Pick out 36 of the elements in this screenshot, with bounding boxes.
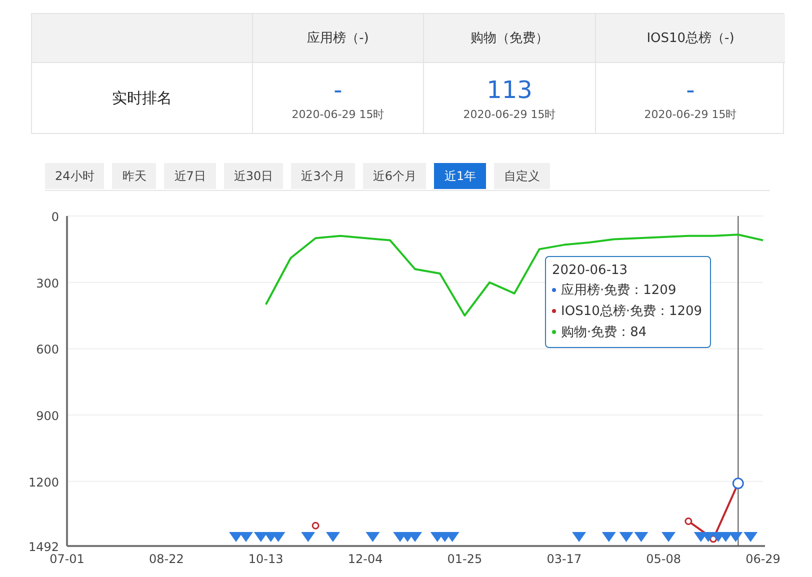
- y-tick-label: 0: [51, 210, 59, 224]
- update-time: 2020-06-29 15时: [644, 106, 737, 122]
- range-tab[interactable]: 近3个月: [291, 163, 355, 189]
- x-tick-label: 10-13: [248, 552, 284, 566]
- range-tab[interactable]: 近6个月: [362, 163, 426, 189]
- x-tick-label: 03-17: [546, 552, 582, 566]
- range-tab[interactable]: 24小时: [45, 163, 104, 189]
- range-tab[interactable]: 近30日: [224, 163, 284, 189]
- rank-value: 113: [486, 74, 532, 104]
- x-tick-label: 12-04: [348, 552, 383, 566]
- column-header: 购物（免费）: [423, 14, 595, 63]
- y-tick-label: 300: [36, 276, 59, 290]
- rank-value: -: [686, 74, 695, 104]
- x-tick-label: 05-08: [646, 552, 681, 566]
- y-tick-label: 600: [36, 342, 59, 357]
- x-tick-label: 06-29: [746, 552, 780, 566]
- y-tick-label: 1492: [28, 540, 59, 554]
- range-tab[interactable]: 近1年: [434, 163, 486, 189]
- x-tick-label: 01-25: [447, 552, 482, 566]
- row-label: 实时排名: [112, 88, 172, 108]
- y-tick-label: 1200: [28, 475, 59, 490]
- tooltip-value: IOS10总榜·免费：1209: [561, 303, 702, 320]
- y-tick-label: 900: [36, 409, 59, 424]
- column-header: 应用榜（-): [252, 14, 423, 63]
- update-time: 2020-06-29 15时: [463, 106, 556, 122]
- x-tick-label: 08-22: [149, 552, 184, 566]
- rank-value: -: [334, 74, 342, 104]
- range-tab[interactable]: 昨天: [112, 163, 156, 189]
- update-time: 2020-06-29 15时: [292, 106, 384, 122]
- tooltip-date: 2020-06-13: [552, 263, 629, 278]
- range-tab[interactable]: 近7日: [164, 163, 216, 189]
- column-header: IOS10总榜（-): [595, 14, 785, 63]
- tooltip-value: 购物·免费：84: [561, 324, 647, 341]
- x-tick-label: 07-01: [50, 552, 84, 566]
- tooltip-value: 应用榜·免费：1209: [561, 282, 676, 299]
- range-tab[interactable]: 自定义: [494, 163, 550, 189]
